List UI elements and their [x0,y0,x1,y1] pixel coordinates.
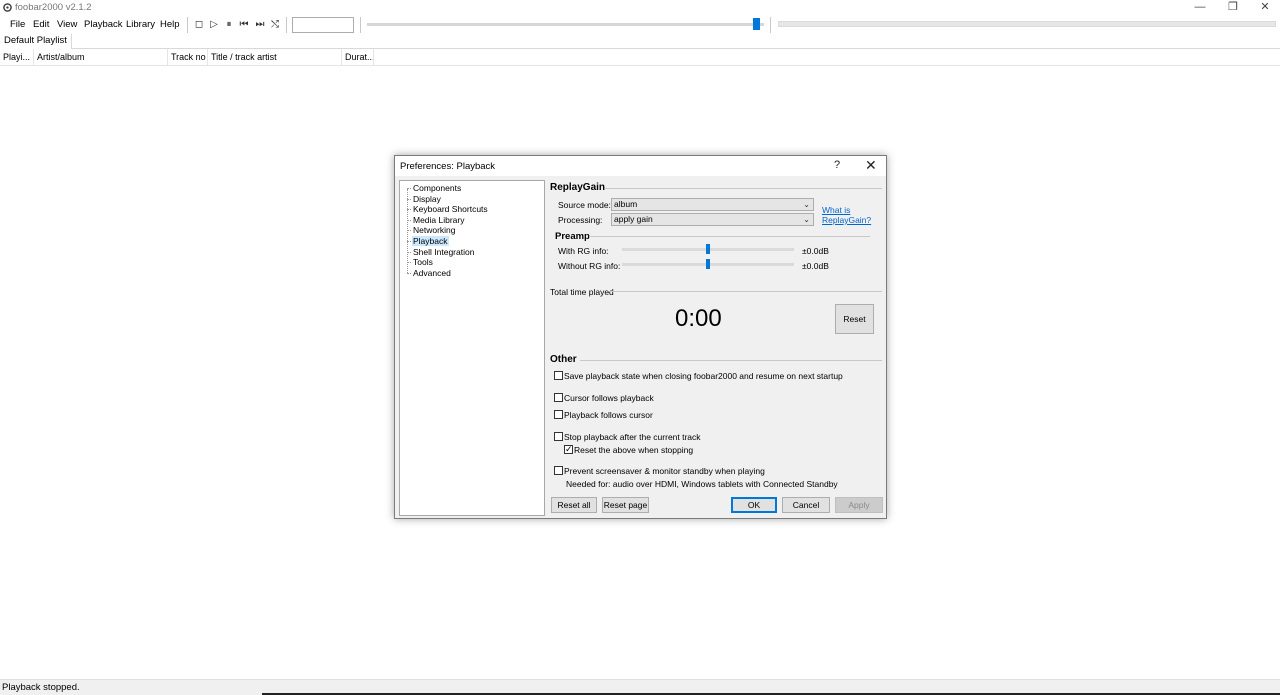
menu-file[interactable]: File [10,19,25,30]
with-rg-slider-thumb[interactable] [706,244,710,254]
toolbar-separator [286,17,287,33]
menu-view[interactable]: View [57,19,77,30]
checkbox-prevent-screensaver[interactable] [554,466,563,475]
menu-edit[interactable]: Edit [33,19,49,30]
cancel-button[interactable]: Cancel [782,497,830,513]
close-button[interactable]: ✕ [1248,0,1280,16]
replaygain-header: ReplayGain [550,182,606,193]
previous-icon[interactable]: ⏮ [238,18,250,31]
toolbar-separator [770,17,771,33]
screensaver-note: Needed for: audio over HDMI, Windows tab… [566,479,838,489]
column-duration[interactable]: Durat... [342,49,374,66]
chevron-down-icon: ⌄ [803,200,810,209]
section-divider [580,360,882,361]
processing-select[interactable]: apply gain ⌄ [611,213,814,226]
tree-item-keyboard-shortcuts[interactable]: Keyboard Shortcuts [407,204,489,215]
help-icon[interactable]: ? [834,159,840,171]
tree-item-playback[interactable]: Playback [407,236,449,247]
toolbar-separator [187,17,188,33]
seekbar[interactable] [367,23,764,26]
section-divider [605,188,882,189]
column-track-no[interactable]: Track no [168,49,208,66]
without-rg-label: Without RG info: [558,261,621,271]
section-divider [609,291,882,292]
toolbar-separator [360,17,361,33]
minimize-button[interactable]: — [1183,0,1217,16]
preferences-dialog: Preferences: Playback ? ✕ Components Dis… [394,155,887,519]
checkbox-playback-follows-cursor[interactable] [554,410,563,419]
foobar-logo-icon [3,3,12,12]
random-icon[interactable]: ⤭ [269,18,281,31]
foobar2000-window: foobar2000 v2.1.2 — ❐ ✕ File Edit View P… [0,0,1280,695]
playback-follows-cursor-label: Playback follows cursor [564,410,653,420]
preamp-header: Preamp [555,231,590,242]
restore-button[interactable]: ❐ [1216,0,1250,16]
next-icon[interactable]: ⏭ [254,18,266,31]
dialog-close-icon[interactable]: ✕ [865,157,877,174]
reset-time-button[interactable]: Reset [835,304,874,334]
seekbar-thumb[interactable] [753,18,761,30]
what-is-replaygain-link[interactable]: What is ReplayGain? [822,205,871,225]
column-artist-album[interactable]: Artist/album [34,49,168,66]
reset-page-button[interactable]: Reset page [602,497,649,513]
status-bar: Playback stopped. [0,679,1280,695]
section-divider [589,236,870,237]
status-text: Playback stopped. [2,682,80,693]
menu-help[interactable]: Help [160,19,180,30]
reset-all-button[interactable]: Reset all [551,497,597,513]
tree-item-advanced[interactable]: Advanced [407,268,452,279]
ok-button[interactable]: OK [731,497,777,513]
total-time-header: Total time played [550,287,614,297]
title-bar: foobar2000 v2.1.2 — ❐ ✕ [0,0,1280,16]
menu-playback[interactable]: Playback [84,19,123,30]
chevron-down-icon: ⌄ [803,215,810,224]
with-rg-value: ±0.0dB [802,246,829,256]
column-playing[interactable]: Playi... [0,49,34,66]
stop-after-current-label: Stop playback after the current track [564,432,701,442]
tree-item-components[interactable]: Components [407,183,462,194]
column-title[interactable]: Title / track artist [208,49,342,66]
checkbox-stop-after-current[interactable] [554,432,563,441]
tree-item-display[interactable]: Display [407,194,442,205]
tree-item-tools[interactable]: Tools [407,257,434,268]
checkbox-reset-when-stopping[interactable]: ✓ [564,444,573,454]
preferences-tree: Components Display Keyboard Shortcuts Me… [399,180,545,516]
save-playback-state-label: Save playback state when closing foobar2… [564,371,843,381]
without-rg-value: ±0.0dB [802,261,829,271]
source-mode-select[interactable]: album ⌄ [611,198,814,211]
apply-button[interactable]: Apply [835,497,883,513]
pause-icon[interactable]: ⏸ [223,18,235,31]
tree-item-shell-integration[interactable]: Shell Integration [407,247,475,258]
window-title: foobar2000 v2.1.2 [15,2,92,13]
processing-label: Processing: [558,215,603,225]
other-header: Other [550,354,577,365]
dialog-title-bar: Preferences: Playback ? ✕ [395,156,886,176]
without-rg-slider-thumb[interactable] [706,259,710,269]
playlist-column-header: Playi... Artist/album Track no Title / t… [0,49,1280,66]
reset-when-stopping-label: Reset the above when stopping [574,445,694,455]
cursor-follows-playback-label: Cursor follows playback [564,393,654,403]
playback-order-dropdown[interactable] [292,17,354,33]
playlist-tabs: Default Playlist [0,34,1280,49]
stop-icon[interactable]: ◻ [193,18,205,31]
with-rg-label: With RG info: [558,246,609,256]
checkbox-cursor-follows-playback[interactable] [554,393,563,402]
volume-bar[interactable] [778,21,1276,27]
total-time-value: 0:00 [675,305,722,332]
menu-library[interactable]: Library [126,19,155,30]
prevent-screensaver-label: Prevent screensaver & monitor standby wh… [564,466,765,476]
source-mode-label: Source mode: [558,200,611,210]
checkbox-save-playback-state[interactable] [554,371,563,380]
tree-item-networking[interactable]: Networking [407,225,457,236]
tab-default-playlist[interactable]: Default Playlist [0,34,72,49]
dialog-title: Preferences: Playback [400,161,496,172]
play-icon[interactable]: ▷ [208,18,220,31]
tree-item-media-library[interactable]: Media Library [407,215,466,226]
